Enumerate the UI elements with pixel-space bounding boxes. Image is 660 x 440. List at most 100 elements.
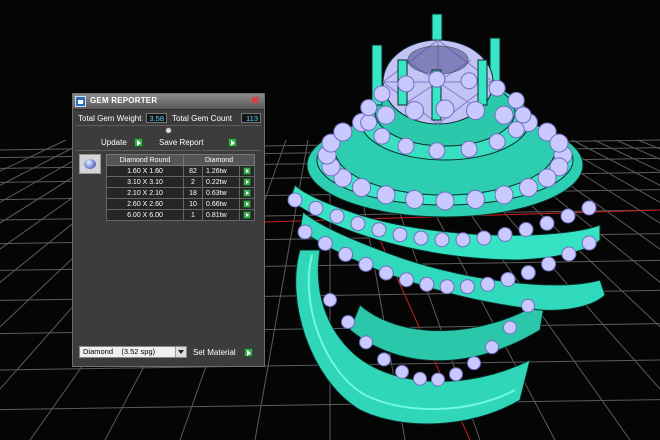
gem-stone <box>419 276 435 292</box>
gem-stone <box>466 101 486 121</box>
total-gem-weight-label: Total Gem Weight <box>78 114 142 123</box>
gem-stone <box>560 208 576 224</box>
gem-stone <box>358 256 374 272</box>
gem-weight: 1.26tw <box>202 165 240 177</box>
gem-stone <box>333 122 353 142</box>
gem-stone <box>460 140 478 158</box>
table-row: 2.60 X 2.60 10 0.66tw <box>106 198 255 210</box>
table-row: 6.00 X 6.00 1 0.81tw <box>106 209 255 221</box>
gem-stone <box>561 246 577 262</box>
gem-stone <box>350 216 366 232</box>
gem-stone <box>397 75 415 93</box>
gem-stone <box>378 265 394 281</box>
gem-stone <box>514 106 532 124</box>
gem-size: 1.60 X 1.60 <box>106 165 184 177</box>
gem-stone <box>395 364 409 379</box>
gem-stone <box>449 367 463 382</box>
row-play-arrow-icon[interactable] <box>243 167 251 175</box>
gem-stone <box>520 265 536 281</box>
gem-stone <box>428 70 446 88</box>
gem-stone <box>413 371 427 386</box>
gem-count: 82 <box>183 165 203 177</box>
gem-stone <box>435 191 455 211</box>
gem-reporter-panel: GEM REPORTER ✖ Total Gem Weight 3.58 Tot… <box>72 93 265 367</box>
gem-count: 2 <box>183 176 203 188</box>
gem-stone <box>537 168 557 188</box>
panel-titlebar[interactable]: GEM REPORTER ✖ <box>73 94 264 110</box>
gem-stone <box>373 127 391 145</box>
row-play-arrow-icon[interactable] <box>243 189 251 197</box>
gem-stone <box>404 189 424 209</box>
gem-stone <box>308 200 324 216</box>
table-row: 1.60 X 1.60 82 1.26tw <box>106 165 255 177</box>
gem-stone <box>460 72 478 90</box>
save-report-button[interactable]: Save Report <box>159 138 203 147</box>
chevron-down-icon[interactable] <box>175 347 186 357</box>
gem-stone <box>518 178 538 198</box>
gem-stone <box>581 235 597 251</box>
gem-stone <box>404 101 424 121</box>
gem-stone <box>428 142 446 160</box>
gem-stone <box>376 185 396 205</box>
total-gem-weight-value: 3.58 <box>146 113 167 123</box>
gem-stone <box>397 137 415 155</box>
gem-count: 10 <box>183 198 203 210</box>
material-select-value: Diamond (3.52 spg) <box>83 347 156 356</box>
gem-stone <box>503 320 517 335</box>
gem-stone <box>494 185 514 205</box>
gem-stone <box>297 224 313 240</box>
update-button[interactable]: Update <box>101 138 127 147</box>
gem-table: Diamond Round Diamond 1.60 X 1.60 82 1.2… <box>106 154 255 221</box>
gem-stone <box>485 340 499 355</box>
total-gem-count-label: Total Gem Count <box>172 114 233 123</box>
gem-stone <box>329 208 345 224</box>
close-icon[interactable]: ✖ <box>249 95 261 107</box>
gem-stone <box>455 232 471 248</box>
gem-stone <box>323 293 337 307</box>
row-play-arrow-icon[interactable] <box>243 178 251 186</box>
gem-stone <box>539 215 555 231</box>
panel-resize-handle[interactable] <box>165 127 172 134</box>
gem-stone <box>521 298 535 313</box>
save-report-play-arrow-icon[interactable] <box>228 138 237 147</box>
divider-mid <box>76 150 261 151</box>
gem-stone <box>541 256 557 272</box>
gem-size: 2.10 X 2.10 <box>106 187 184 199</box>
gem-stone <box>360 99 378 117</box>
app-window-icon <box>75 96 86 107</box>
row-play-arrow-icon[interactable] <box>243 200 251 208</box>
gem-stone <box>360 113 378 131</box>
set-material-play-arrow-icon[interactable] <box>244 348 253 357</box>
gem-count: 1 <box>183 209 203 221</box>
row-play-arrow-icon[interactable] <box>243 211 251 219</box>
gem-stone <box>392 227 408 243</box>
gem-stone <box>434 232 450 248</box>
gem-weight: 0.63tw <box>202 187 240 199</box>
gem-stone <box>341 315 355 330</box>
gem-stone <box>371 222 387 238</box>
gem-stone <box>466 189 486 209</box>
gem-stone <box>439 279 455 295</box>
table-header-shape: Diamond Round <box>106 154 184 166</box>
gem-stone <box>507 91 525 109</box>
divider-top <box>76 125 261 126</box>
gem-stone <box>431 372 445 387</box>
update-play-arrow-icon[interactable] <box>134 138 143 147</box>
gem-stone <box>500 271 516 287</box>
panel-title: GEM REPORTER <box>90 96 158 105</box>
gem-weight: 0.81tw <box>202 209 240 221</box>
gem-size: 6.00 X 6.00 <box>106 209 184 221</box>
gem-stone <box>338 246 354 262</box>
gem-stone <box>459 279 475 295</box>
set-material-button[interactable]: Set Material <box>193 348 236 357</box>
gem-stone <box>488 133 506 151</box>
material-select[interactable]: Diamond (3.52 spg) <box>79 346 187 358</box>
table-row: 3.10 X 3.10 2 0.22tw <box>106 176 255 188</box>
table-row: 2.10 X 2.10 18 0.63tw <box>106 187 255 199</box>
gem-stone <box>317 235 333 251</box>
gem-stone <box>494 105 514 125</box>
gem-stone <box>581 200 597 216</box>
gem-count: 18 <box>183 187 203 199</box>
gem-stone <box>376 105 396 125</box>
gem-weight: 0.22tw <box>202 176 240 188</box>
